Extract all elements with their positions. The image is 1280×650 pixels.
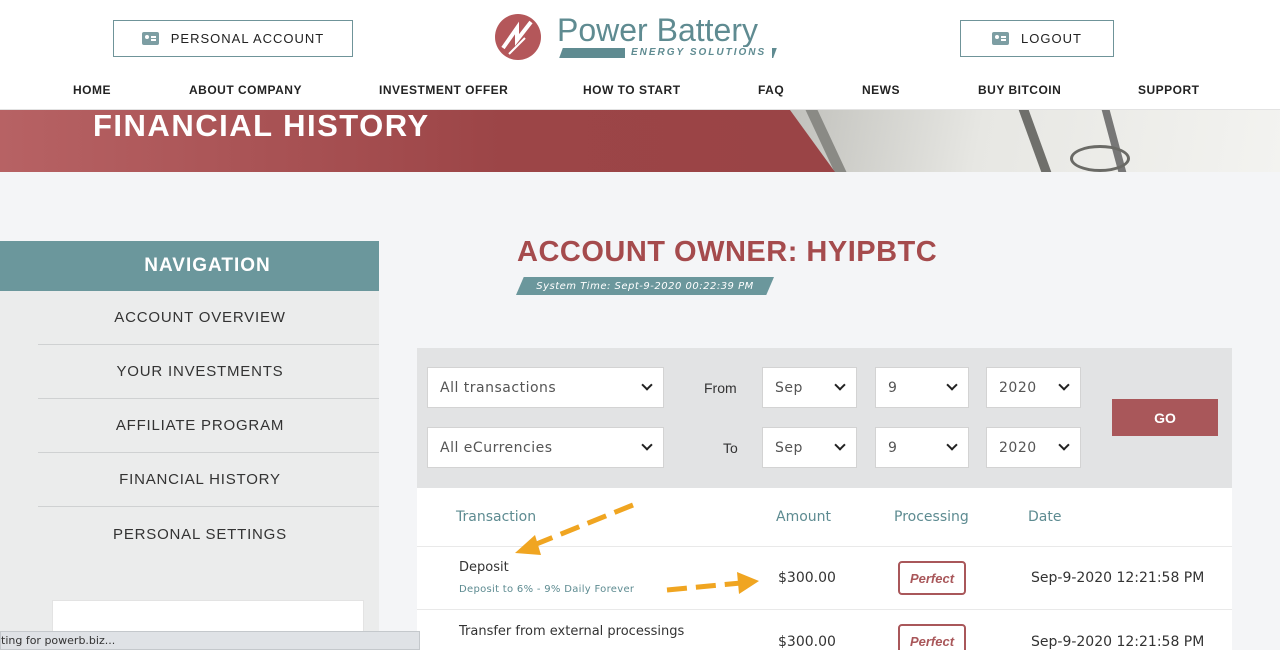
to-year-value: 2020 <box>999 439 1037 456</box>
transaction-date: Sep-9-2020 12:21:58 PM <box>1031 634 1205 650</box>
ecurrency-value: All eCurrencies <box>440 439 553 456</box>
transaction-amount: $300.00 <box>778 634 836 650</box>
chevron-down-icon <box>834 379 846 391</box>
system-time-badge: System Time: Sept-9-2020 00:22:39 PM <box>516 277 774 295</box>
menu-investment-offer[interactable]: INVESTMENT OFFER <box>379 83 508 97</box>
processing-badge: Perfect <box>898 624 966 650</box>
sidebar-item-affiliate-program[interactable]: AFFILIATE PROGRAM <box>38 399 379 453</box>
ecurrency-select[interactable]: All eCurrencies <box>427 427 664 468</box>
personal-account-label: PERSONAL ACCOUNT <box>170 31 325 46</box>
id-card-icon <box>141 32 159 45</box>
transaction-title: Deposit <box>459 560 509 575</box>
main-menu: HOME ABOUT COMPANY INVESTMENT OFFER HOW … <box>0 83 1280 99</box>
annotation-arrow-icon <box>515 502 634 555</box>
from-day-select[interactable]: 9 <box>875 367 969 408</box>
chevron-down-icon <box>834 439 846 451</box>
logo[interactable]: Power Battery ENERGY SOLUTIONS <box>495 12 785 62</box>
chevron-down-icon <box>1058 379 1070 391</box>
go-button[interactable]: GO <box>1112 399 1218 436</box>
banner-photo <box>780 110 1280 172</box>
logout-label: LOGOUT <box>1021 31 1082 46</box>
to-day-value: 9 <box>888 439 898 456</box>
sidebar-item-account-overview[interactable]: ACCOUNT OVERVIEW <box>38 291 379 345</box>
sidebar-item-financial-history[interactable]: FINANCIAL HISTORY <box>38 453 379 507</box>
to-month-select[interactable]: Sep <box>762 427 857 468</box>
site-header: PERSONAL ACCOUNT Power Battery ENERGY SO… <box>0 0 1280 110</box>
personal-account-button[interactable]: PERSONAL ACCOUNT <box>113 20 353 57</box>
processing-badge: Perfect <box>898 561 966 595</box>
logo-mark-icon <box>495 14 541 60</box>
logout-button[interactable]: LOGOUT <box>960 20 1114 57</box>
column-header-processing: Processing <box>894 509 969 525</box>
from-year-value: 2020 <box>999 379 1037 396</box>
page-title: FINANCIAL HISTORY <box>93 110 430 143</box>
transaction-title: Transfer from external processings <box>459 624 685 639</box>
sidebar-item-personal-settings[interactable]: PERSONAL SETTINGS <box>38 507 379 561</box>
navigation-heading: NAVIGATION <box>0 241 379 291</box>
chevron-down-icon <box>641 439 653 451</box>
chevron-down-icon <box>946 379 958 391</box>
id-card-icon <box>992 32 1010 45</box>
to-month-value: Sep <box>775 439 803 456</box>
menu-about-company[interactable]: ABOUT COMPANY <box>189 83 302 97</box>
menu-news[interactable]: NEWS <box>862 83 900 97</box>
column-header-date: Date <box>1028 509 1062 525</box>
annotation-arrow-icon <box>666 572 759 594</box>
account-owner-heading: ACCOUNT OWNER: HYIPBTC <box>517 236 938 268</box>
chevron-down-icon <box>641 379 653 391</box>
menu-home[interactable]: HOME <box>73 83 111 97</box>
from-year-select[interactable]: 2020 <box>986 367 1081 408</box>
page-banner: FINANCIAL HISTORY <box>0 110 1280 172</box>
logo-tagline: ENERGY SOLUTIONS <box>625 47 773 58</box>
to-day-select[interactable]: 9 <box>875 427 969 468</box>
browser-status-bar: ting for powerb.biz... <box>0 631 420 650</box>
chevron-down-icon <box>946 439 958 451</box>
menu-support[interactable]: SUPPORT <box>1138 83 1200 97</box>
from-month-value: Sep <box>775 379 803 396</box>
logo-name: Power Battery <box>557 12 758 48</box>
transaction-type-select[interactable]: All transactions <box>427 367 664 408</box>
transaction-date: Sep-9-2020 12:21:58 PM <box>1031 570 1205 586</box>
transaction-type-value: All transactions <box>440 379 557 396</box>
from-day-value: 9 <box>888 379 898 396</box>
menu-faq[interactable]: FAQ <box>758 83 784 97</box>
menu-buy-bitcoin[interactable]: BUY BITCOIN <box>978 83 1061 97</box>
menu-how-to-start[interactable]: HOW TO START <box>583 83 681 97</box>
column-header-amount: Amount <box>776 509 832 525</box>
sidebar-item-your-investments[interactable]: YOUR INVESTMENTS <box>38 345 379 399</box>
sidebar-nav: ACCOUNT OVERVIEW YOUR INVESTMENTS AFFILI… <box>0 291 379 650</box>
transaction-amount: $300.00 <box>778 570 836 586</box>
from-month-select[interactable]: Sep <box>762 367 857 408</box>
to-year-select[interactable]: 2020 <box>986 427 1081 468</box>
row-divider <box>417 609 1232 610</box>
chevron-down-icon <box>1058 439 1070 451</box>
transaction-subtitle: Deposit to 6% - 9% Daily Forever <box>459 584 635 595</box>
to-label: To <box>723 440 738 456</box>
from-label: From <box>704 380 737 396</box>
